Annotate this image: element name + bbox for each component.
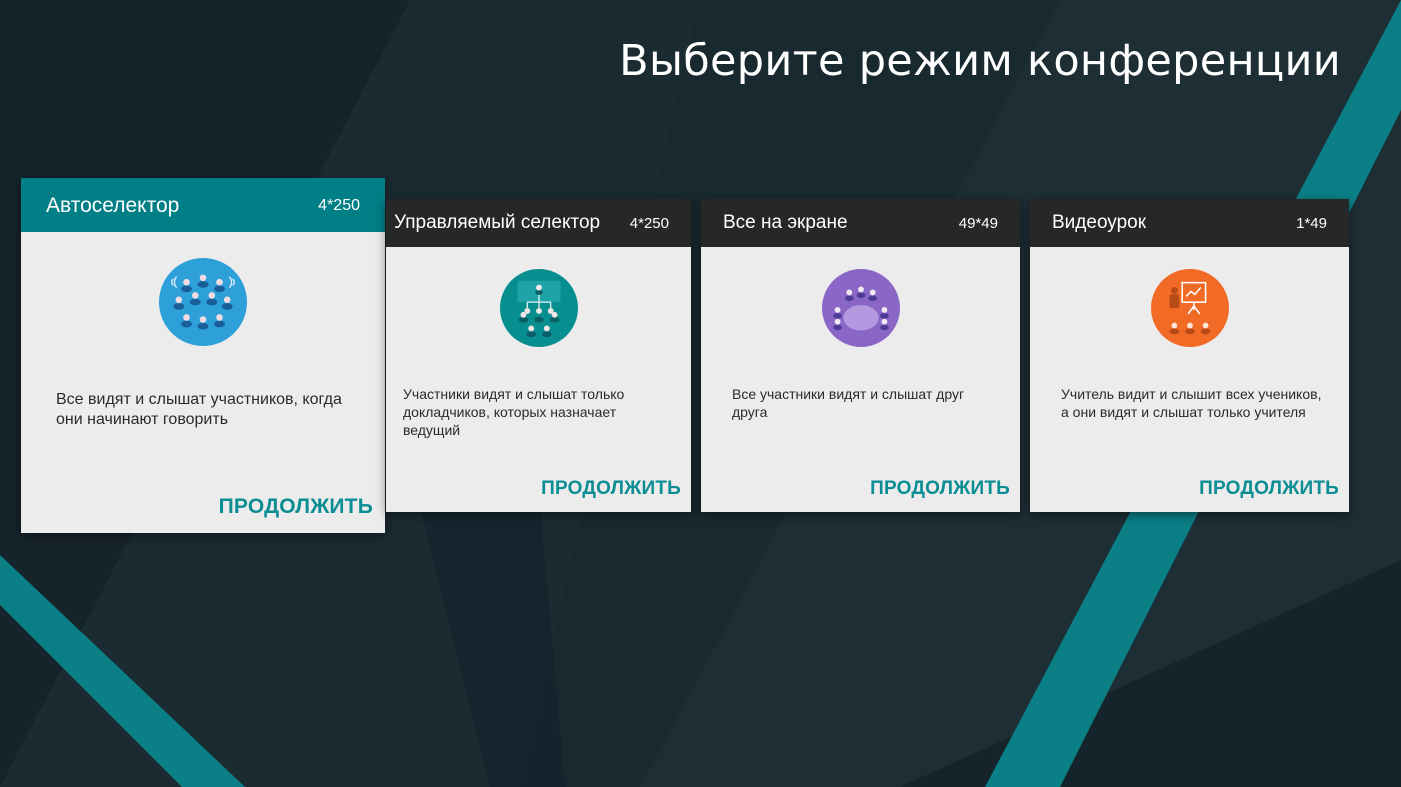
card-description: Все участники видят и слышат друг друга (732, 386, 965, 420)
card-capacity: 4*250 (318, 197, 360, 214)
card-header: Видеоурок 1*49 (1030, 199, 1349, 247)
card-header: Управляемый селектор 4*250 (386, 199, 691, 247)
audience-sound-icon (159, 258, 247, 346)
card-title: Видеоурок (1052, 212, 1147, 233)
continue-button[interactable]: ПРОДОЛЖИТЬ (219, 495, 373, 519)
card-title: Автоселектор (46, 194, 180, 217)
teacher-board-icon (1150, 269, 1229, 347)
mode-card-managed-selector[interactable]: Управляемый селектор 4*250 Участники вид… (386, 199, 691, 512)
card-title: Все на экране (723, 212, 848, 233)
continue-button[interactable]: ПРОДОЛЖИТЬ (1199, 478, 1339, 500)
presenter-hierarchy-icon (499, 269, 578, 347)
card-description: Учитель видит и слышит всех учеников, а … (1061, 386, 1322, 420)
continue-button[interactable]: ПРОДОЛЖИТЬ (541, 478, 681, 500)
mode-card-autoselector[interactable]: Автоселектор 4*250 Все видят и слышат уч… (21, 178, 385, 533)
card-capacity: 49*49 (958, 215, 998, 232)
card-description: Участники видят и слышат только докладчи… (403, 386, 625, 438)
card-capacity: 4*250 (629, 215, 669, 232)
round-table-icon (821, 269, 900, 347)
mode-card-video-lesson[interactable]: Видеоурок 1*49 Учитель видит и слышит вс… (1030, 199, 1349, 512)
page-title: Выберите режим конференции (619, 36, 1341, 86)
mode-card-all-on-screen[interactable]: Все на экране 49*49 Все участники видят … (701, 199, 1020, 512)
continue-button[interactable]: ПРОДОЛЖИТЬ (870, 478, 1010, 500)
card-header: Все на экране 49*49 (701, 199, 1020, 247)
card-description: Все видят и слышат участников, когда они… (56, 391, 342, 428)
card-capacity: 1*49 (1296, 215, 1327, 232)
card-title: Управляемый селектор (394, 212, 601, 233)
card-header: Автоселектор 4*250 (21, 178, 385, 232)
